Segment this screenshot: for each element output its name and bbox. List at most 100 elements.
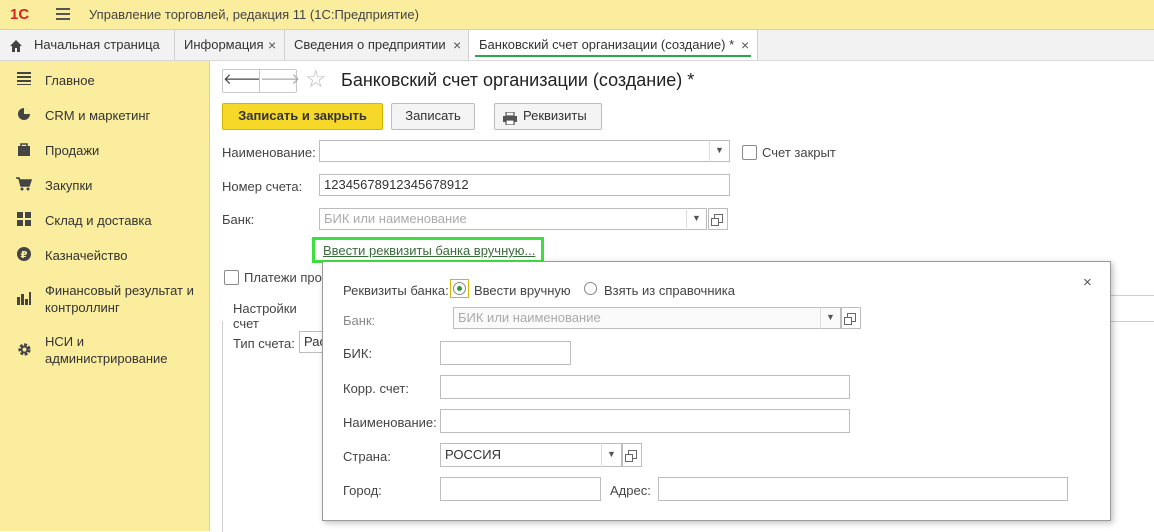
sidebar-item-label: НСИ и администрирование [45,334,168,366]
account-closed-label: Счет закрыт [762,145,836,160]
tab-home[interactable]: Начальная страница [0,30,175,60]
sidebar-item-label: Продажи [45,143,100,158]
arrow-right-icon: 🡒 [260,71,301,88]
country-label: Страна: [343,449,391,464]
sidebar-item-warehouse[interactable]: Склад и доставка [0,211,209,231]
tab-home-label: Начальная страница [34,37,160,52]
page-title: Банковский счет организации (создание) * [341,70,695,90]
bik-label: БИК: [343,346,373,361]
tab-label: Сведения о предприятии [294,37,446,52]
svg-text:₽: ₽ [21,250,28,261]
details-label: Реквизиты [523,108,587,123]
radio-catalog-label: Взять из справочника [604,283,735,298]
ruble-icon: ₽ [16,247,32,263]
sidebar-item-label: Закупки [45,178,93,193]
city-field[interactable] [440,477,601,501]
save-close-button[interactable]: Записать и закрыть [222,103,383,130]
payments-checkbox[interactable] [224,270,239,285]
details-button[interactable]: Реквизиты [494,103,602,130]
popup-bank-placeholder: БИК или наименование [458,310,601,325]
dropdown-icon[interactable]: ▼ [601,443,621,467]
tab-bank-account[interactable]: Банковский счет организации (создание) *… [469,30,758,60]
dropdown-icon[interactable]: ▼ [709,140,729,162]
star-icon[interactable]: ☆ [305,67,327,93]
address-label: Адрес: [610,483,651,498]
open-icon[interactable] [841,307,861,329]
sidebar-item-finance[interactable]: Финансовый результат и контроллинг [0,281,209,317]
sidebar-item-main[interactable]: Главное [0,71,209,91]
sidebar-item-label: Главное [45,73,95,88]
open-icon[interactable] [708,208,728,230]
sidebar: Главное CRM и маркетинг Продажи Закупки … [0,61,210,531]
account-number-field[interactable]: 12345678912345678912 [319,174,730,196]
app-title: Управление торговлей, редакция 11 (1С:Пр… [89,7,419,22]
payments-label: Платежи про [244,270,322,285]
sidebar-item-crm[interactable]: CRM и маркетинг [0,106,209,126]
account-type-label: Тип счета: [233,336,295,351]
name-field[interactable]: ▼ [319,140,730,162]
close-icon[interactable]: × [1083,274,1092,291]
home-icon [9,30,23,60]
bik-field[interactable] [440,341,571,365]
save-button[interactable]: Записать [391,103,475,130]
tab-company-info[interactable]: Сведения о предприятии × [285,30,469,60]
bank-label: Банк: [222,212,255,227]
popup-name-label: Наименование: [343,415,437,430]
title-bar: 1С Управление торговлей, редакция 11 (1С… [0,0,1154,30]
settings-tab-label: Настройки счет [233,301,297,331]
bank-details-label: Реквизиты банка: [343,283,449,298]
sidebar-item-label: Финансовый результат и контроллинг [45,283,194,315]
address-field[interactable] [658,477,1068,501]
sidebar-item-label: CRM и маркетинг [45,108,151,123]
bag-icon [16,142,32,158]
country-value: РОССИЯ [445,447,502,462]
popup-name-field[interactable] [440,409,850,433]
bank-details-popup: × Реквизиты банка: Ввести вручную Взять … [322,261,1111,521]
forward-button[interactable]: 🡒 [259,69,301,93]
sidebar-item-treasury[interactable]: ₽ Казначейство [0,246,209,266]
open-icon[interactable] [622,443,642,467]
sidebar-item-label: Склад и доставка [45,213,152,228]
settings-tab[interactable]: Настройки счет [222,295,323,331]
corr-account-label: Корр. счет: [343,381,409,396]
close-icon[interactable]: × [268,30,276,60]
city-label: Город: [343,483,382,498]
bar-chart-icon [16,291,32,307]
tab-label: Информация [184,37,264,52]
corr-account-field[interactable] [440,375,850,399]
close-icon[interactable]: × [741,30,749,60]
tab-bar: Начальная страница Информация × Сведения… [0,30,1154,61]
grid-icon [16,212,32,228]
close-icon[interactable]: × [453,30,461,60]
sidebar-item-purchases[interactable]: Закупки [0,176,209,196]
back-button[interactable]: 🡐 [222,69,264,93]
logo-text: 1С [10,6,29,22]
tab-info[interactable]: Информация × [175,30,285,60]
account-number-label: Номер счета: [222,179,303,194]
gear-icon [16,342,32,358]
cart-icon [16,177,33,193]
bank-field[interactable]: БИК или наименование ▼ [319,208,707,230]
sidebar-item-sales[interactable]: Продажи [0,141,209,161]
1c-logo: 1С [10,6,40,23]
popup-bank-field[interactable]: БИК или наименование ▼ [453,307,841,329]
list-icon [16,72,32,88]
arrow-left-icon: 🡐 [223,71,264,88]
tab-label: Банковский счет организации (создание) * [479,37,735,52]
bank-placeholder: БИК или наименование [324,211,467,226]
popup-bank-label: Банк: [343,313,376,328]
dropdown-icon[interactable]: ▼ [686,208,706,230]
name-label: Наименование: [222,145,316,160]
menu-icon[interactable] [56,8,70,20]
printer-icon [503,109,517,133]
highlight-box [312,237,544,263]
radio-manual[interactable] [453,282,466,295]
pie-chart-icon [16,107,32,123]
country-field[interactable]: РОССИЯ ▼ [440,443,622,467]
account-closed-checkbox[interactable] [742,145,757,160]
sidebar-item-label: Казначейство [45,248,128,263]
sidebar-item-admin[interactable]: НСИ и администрирование [0,332,209,368]
radio-catalog[interactable] [584,282,597,295]
radio-manual-label: Ввести вручную [474,283,571,298]
dropdown-icon[interactable]: ▼ [820,307,840,329]
